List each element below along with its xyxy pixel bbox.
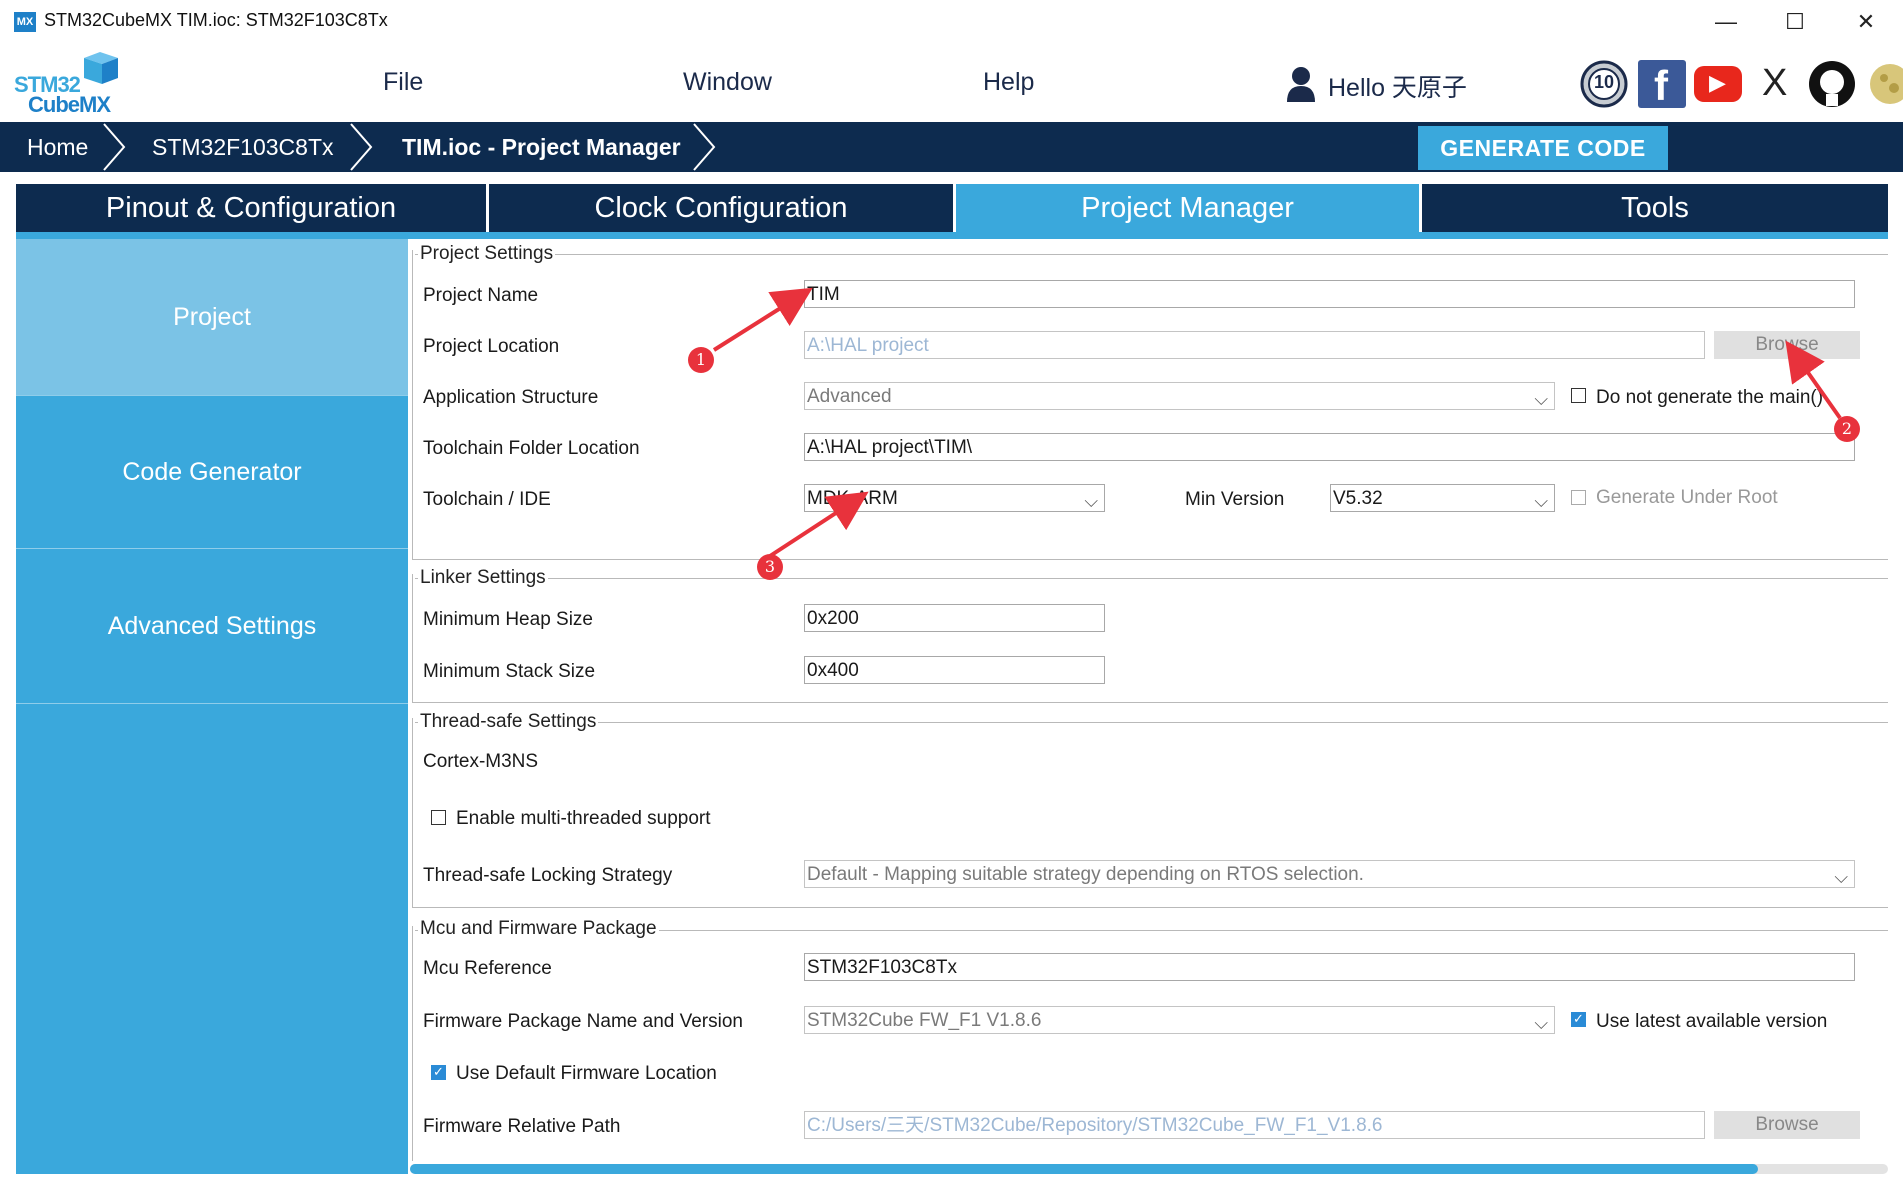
annotation-marker-1: 1 bbox=[688, 347, 714, 373]
arrow-2 bbox=[1785, 340, 1842, 420]
arrow-1 bbox=[712, 287, 813, 352]
annotation-marker-3: 3 bbox=[757, 554, 783, 580]
arrow-3 bbox=[768, 491, 869, 558]
annotation-arrows bbox=[712, 287, 1842, 558]
annotation-marker-2: 2 bbox=[1834, 416, 1860, 442]
